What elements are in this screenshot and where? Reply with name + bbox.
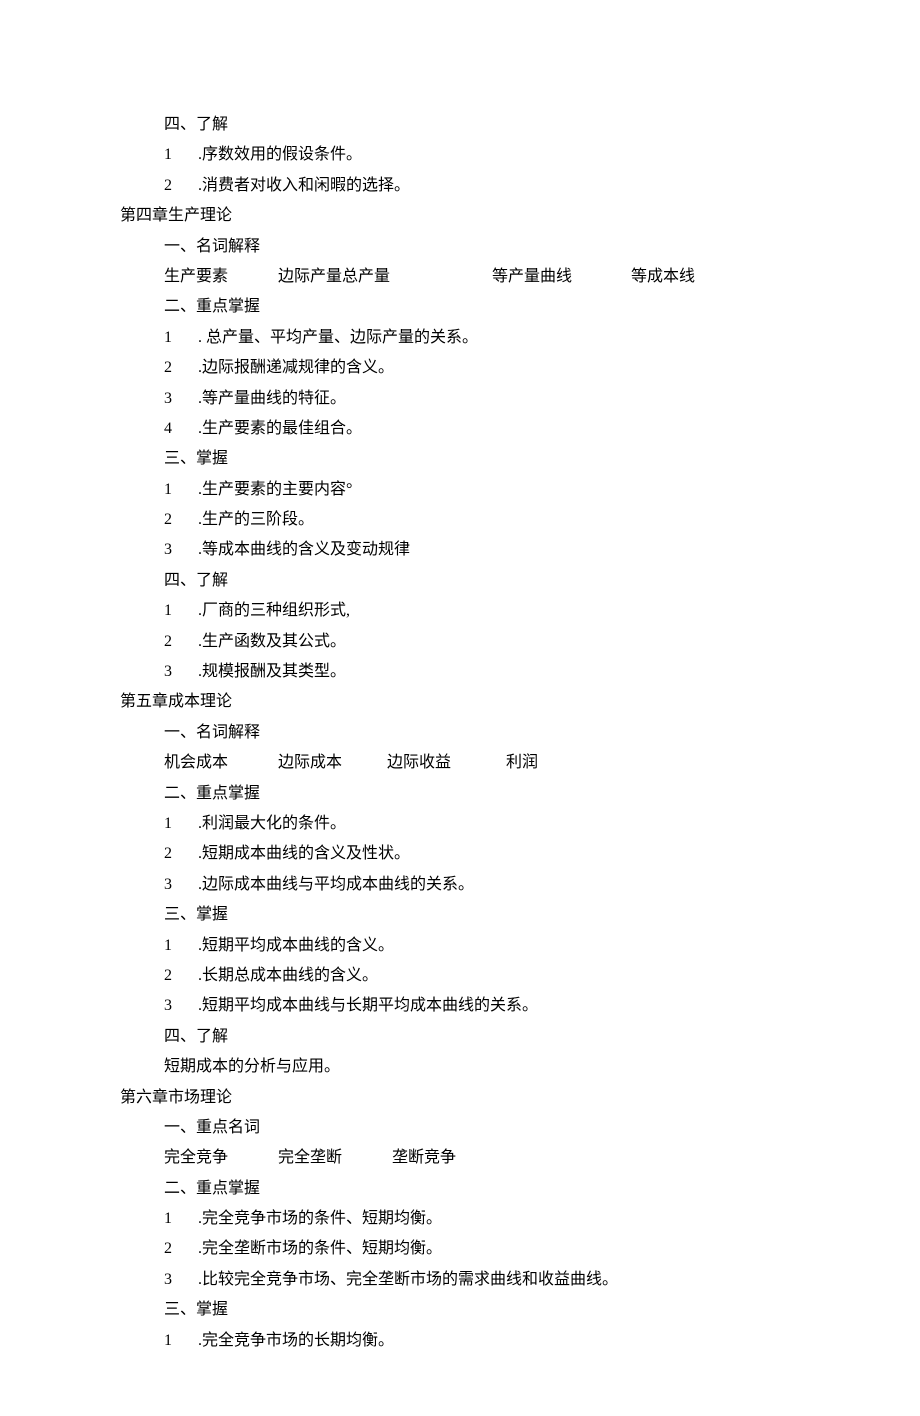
list-item: 3 .边际成本曲线与平均成本曲线的关系。 [164, 870, 800, 900]
ch4-section1-heading: 一、名词解释 [164, 232, 800, 262]
list-item: 3 .等成本曲线的含义及变动规律 [164, 535, 800, 565]
item-text: .生产的三阶段。 [194, 511, 314, 528]
item-text: .短期平均成本曲线与长期平均成本曲线的关系。 [194, 997, 538, 1014]
ch5-section4-heading: 四、了解 [164, 1022, 800, 1052]
ch4-section2-heading: 二、重点掌握 [164, 292, 800, 322]
ch4-terms-line: 生产要素 边际产量总产量 等产量曲线 等成本线 [164, 262, 800, 292]
ch4-section4-heading: 四、了解 [164, 566, 800, 596]
term: 利润 [506, 748, 538, 778]
ch5-section2-heading: 二、重点掌握 [164, 779, 800, 809]
item-text: .生产要素的主要内容° [194, 481, 352, 498]
term: 边际成本 [278, 748, 383, 778]
ch5-section1-heading: 一、名词解释 [164, 718, 800, 748]
list-item: 1 .序数效用的假设条件。 [164, 140, 800, 170]
term: 等成本线 [631, 262, 695, 292]
list-item: 1 .完全竞争市场的长期均衡。 [164, 1326, 800, 1356]
item-text: .生产要素的最佳组合。 [194, 420, 362, 437]
item-number: 1 [164, 323, 194, 353]
list-item: 4 .生产要素的最佳组合。 [164, 414, 800, 444]
item-number: 2 [164, 839, 194, 869]
item-number: 3 [164, 384, 194, 414]
list-item: 2 .边际报酬递减规律的含义。 [164, 353, 800, 383]
list-item: 2 .生产函数及其公式。 [164, 627, 800, 657]
item-number: 1 [164, 1204, 194, 1234]
list-item: 1 .完全竞争市场的条件、短期均衡。 [164, 1204, 800, 1234]
item-text: .消费者对收入和闲暇的选择。 [194, 177, 410, 194]
list-item: 2 .短期成本曲线的含义及性状。 [164, 839, 800, 869]
item-text: .利润最大化的条件。 [194, 815, 346, 832]
item-text: .生产函数及其公式。 [194, 633, 346, 650]
list-item: 3 .规模报酬及其类型。 [164, 657, 800, 687]
term: 垄断竞争 [392, 1143, 456, 1173]
item-text: .序数效用的假设条件。 [194, 146, 362, 163]
ch3-section4-heading: 四、了解 [164, 110, 800, 140]
item-number: 4 [164, 414, 194, 444]
item-number: 1 [164, 809, 194, 839]
item-text: .规模报酬及其类型。 [194, 663, 346, 680]
term: 边际收益 [387, 748, 502, 778]
item-number: 2 [164, 505, 194, 535]
item-number: 1 [164, 475, 194, 505]
list-item: 3 .比较完全竞争市场、完全垄断市场的需求曲线和收益曲线。 [164, 1265, 800, 1295]
chapter4-title: 第四章生产理论 [120, 201, 800, 231]
list-item: 2 .完全垄断市场的条件、短期均衡。 [164, 1234, 800, 1264]
list-item: 3 .等产量曲线的特征。 [164, 384, 800, 414]
item-number: 2 [164, 1234, 194, 1264]
list-item: 2 .消费者对收入和闲暇的选择。 [164, 171, 800, 201]
item-number: 2 [164, 171, 194, 201]
list-item: 3 .短期平均成本曲线与长期平均成本曲线的关系。 [164, 991, 800, 1021]
ch5-terms-line: 机会成本 边际成本 边际收益 利润 [164, 748, 800, 778]
item-text: .边际成本曲线与平均成本曲线的关系。 [194, 876, 474, 893]
term: 机会成本 [164, 748, 274, 778]
term: 完全竞争 [164, 1143, 274, 1173]
list-item: 1 .厂商的三种组织形式, [164, 596, 800, 626]
term: 生产要素 [164, 262, 274, 292]
list-item: 2 .长期总成本曲线的含义。 [164, 961, 800, 991]
item-text: .完全竞争市场的条件、短期均衡。 [194, 1210, 442, 1227]
ch6-section2-heading: 二、重点掌握 [164, 1174, 800, 1204]
item-number: 1 [164, 931, 194, 961]
item-text: .边际报酬递减规律的含义。 [194, 359, 394, 376]
item-text: . 总产量、平均产量、边际产量的关系。 [194, 329, 478, 346]
list-item: 1 . 总产量、平均产量、边际产量的关系。 [164, 323, 800, 353]
item-number: 1 [164, 140, 194, 170]
ch6-section3-heading: 三、掌握 [164, 1295, 800, 1325]
list-item: 2 .生产的三阶段。 [164, 505, 800, 535]
ch5-section4-text: 短期成本的分析与应用。 [164, 1052, 800, 1082]
list-item: 1 .短期平均成本曲线的含义。 [164, 931, 800, 961]
term: 等产量曲线 [492, 262, 627, 292]
item-number: 1 [164, 596, 194, 626]
list-item: 1 .利润最大化的条件。 [164, 809, 800, 839]
item-number: 2 [164, 627, 194, 657]
item-text: .完全竞争市场的长期均衡。 [194, 1332, 394, 1349]
item-text: .长期总成本曲线的含义。 [194, 967, 378, 984]
item-number: 3 [164, 535, 194, 565]
list-item: 1 .生产要素的主要内容° [164, 475, 800, 505]
item-number: 1 [164, 1326, 194, 1356]
item-text: .厂商的三种组织形式, [194, 602, 350, 619]
ch5-section3-heading: 三、掌握 [164, 900, 800, 930]
term: 完全垄断 [278, 1143, 388, 1173]
ch4-section3-heading: 三、掌握 [164, 444, 800, 474]
item-text: .比较完全竞争市场、完全垄断市场的需求曲线和收益曲线。 [194, 1271, 618, 1288]
item-text: .等成本曲线的含义及变动规律 [194, 541, 410, 558]
item-number: 2 [164, 353, 194, 383]
item-text: .短期平均成本曲线的含义。 [194, 937, 394, 954]
item-number: 3 [164, 657, 194, 687]
item-number: 3 [164, 991, 194, 1021]
item-number: 2 [164, 961, 194, 991]
ch6-section1-heading: 一、重点名词 [164, 1113, 800, 1143]
chapter5-title: 第五章成本理论 [120, 687, 800, 717]
ch6-terms-line: 完全竞争 完全垄断 垄断竞争 [164, 1143, 800, 1173]
item-text: .短期成本曲线的含义及性状。 [194, 845, 410, 862]
item-number: 3 [164, 870, 194, 900]
document-page: 四、了解 1 .序数效用的假设条件。 2 .消费者对收入和闲暇的选择。 第四章生… [0, 0, 920, 1416]
chapter6-title: 第六章市场理论 [120, 1083, 800, 1113]
item-text: .等产量曲线的特征。 [194, 390, 346, 407]
item-number: 3 [164, 1265, 194, 1295]
item-text: .完全垄断市场的条件、短期均衡。 [194, 1240, 442, 1257]
term: 边际产量总产量 [278, 262, 488, 292]
